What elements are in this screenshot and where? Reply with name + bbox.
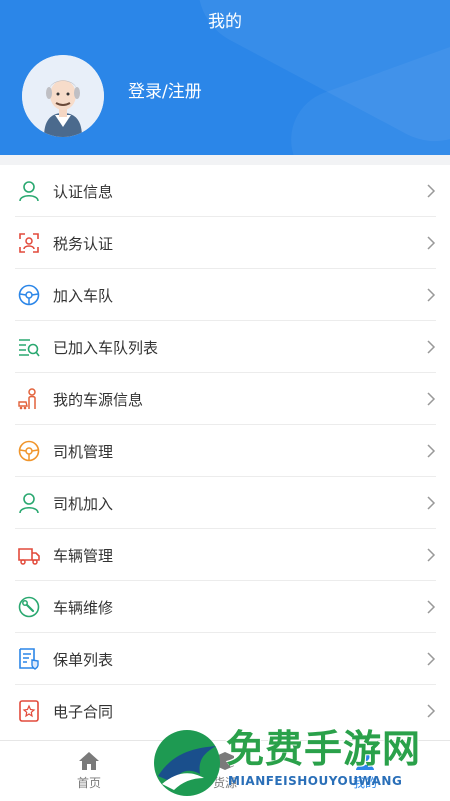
menu-item-label: 已加入车队列表	[53, 338, 159, 357]
chevron-right-icon	[427, 288, 436, 302]
user-icon	[17, 491, 41, 515]
menu-item-label: 司机加入	[53, 494, 114, 513]
menu-item-label: 保单列表	[53, 650, 114, 669]
watermark-subtitle: MIANFEISHOUYOUWANG	[228, 774, 403, 788]
watermark-logo	[154, 730, 220, 796]
tab-home[interactable]: 首页	[14, 741, 164, 801]
menu-item-label: 税务认证	[53, 234, 114, 253]
menu-list: 认证信息 税务认证 加入车队 已加入车队列表 我的车源信息 司机管理 司机加入 …	[0, 165, 450, 740]
chevron-right-icon	[427, 184, 436, 198]
face-scan-icon	[17, 231, 41, 255]
steering-wheel-icon	[17, 439, 41, 463]
menu-item-driver-management[interactable]: 司机管理	[0, 425, 450, 477]
avatar[interactable]	[22, 55, 104, 137]
menu-item-tax-certification[interactable]: 税务认证	[0, 217, 450, 269]
list-search-icon	[17, 335, 41, 359]
chevron-right-icon	[427, 392, 436, 406]
chevron-right-icon	[427, 548, 436, 562]
menu-item-label: 司机管理	[53, 442, 114, 461]
menu-item-label: 我的车源信息	[53, 390, 144, 409]
menu-item-policy-list[interactable]: 保单列表	[0, 633, 450, 685]
menu-item-driver-join[interactable]: 司机加入	[0, 477, 450, 529]
profile-header: 我的 登录/注册	[0, 0, 450, 155]
menu-item-label: 电子合同	[53, 702, 114, 721]
menu-item-label: 车辆管理	[53, 546, 114, 565]
menu-item-label: 车辆维修	[53, 598, 114, 617]
wrench-icon	[17, 595, 41, 619]
menu-item-joined-fleet-list[interactable]: 已加入车队列表	[0, 321, 450, 373]
person-vehicle-icon	[17, 387, 41, 411]
contract-icon	[17, 699, 41, 723]
page-title: 我的	[208, 12, 242, 32]
chevron-right-icon	[427, 496, 436, 510]
chevron-right-icon	[427, 444, 436, 458]
chevron-right-icon	[427, 340, 436, 354]
menu-item-label: 加入车队	[53, 286, 114, 305]
chevron-right-icon	[427, 652, 436, 666]
menu-item-join-fleet[interactable]: 加入车队	[0, 269, 450, 321]
menu-item-certification-info[interactable]: 认证信息	[0, 165, 450, 217]
steering-wheel-icon	[17, 283, 41, 307]
menu-item-vehicle-repair[interactable]: 车辆维修	[0, 581, 450, 633]
login-register-link[interactable]: 登录/注册	[128, 80, 202, 104]
chevron-right-icon	[427, 236, 436, 250]
chevron-right-icon	[427, 704, 436, 718]
menu-item-vehicle-management[interactable]: 车辆管理	[0, 529, 450, 581]
menu-item-my-vehicle-source[interactable]: 我的车源信息	[0, 373, 450, 425]
chevron-right-icon	[427, 600, 436, 614]
watermark-title: 免费手游网	[226, 727, 422, 771]
policy-document-icon	[17, 647, 41, 671]
user-icon	[17, 179, 41, 203]
home-icon	[79, 752, 99, 770]
truck-icon	[17, 543, 41, 567]
tab-label: 首页	[76, 776, 101, 790]
menu-item-label: 认证信息	[53, 182, 114, 201]
